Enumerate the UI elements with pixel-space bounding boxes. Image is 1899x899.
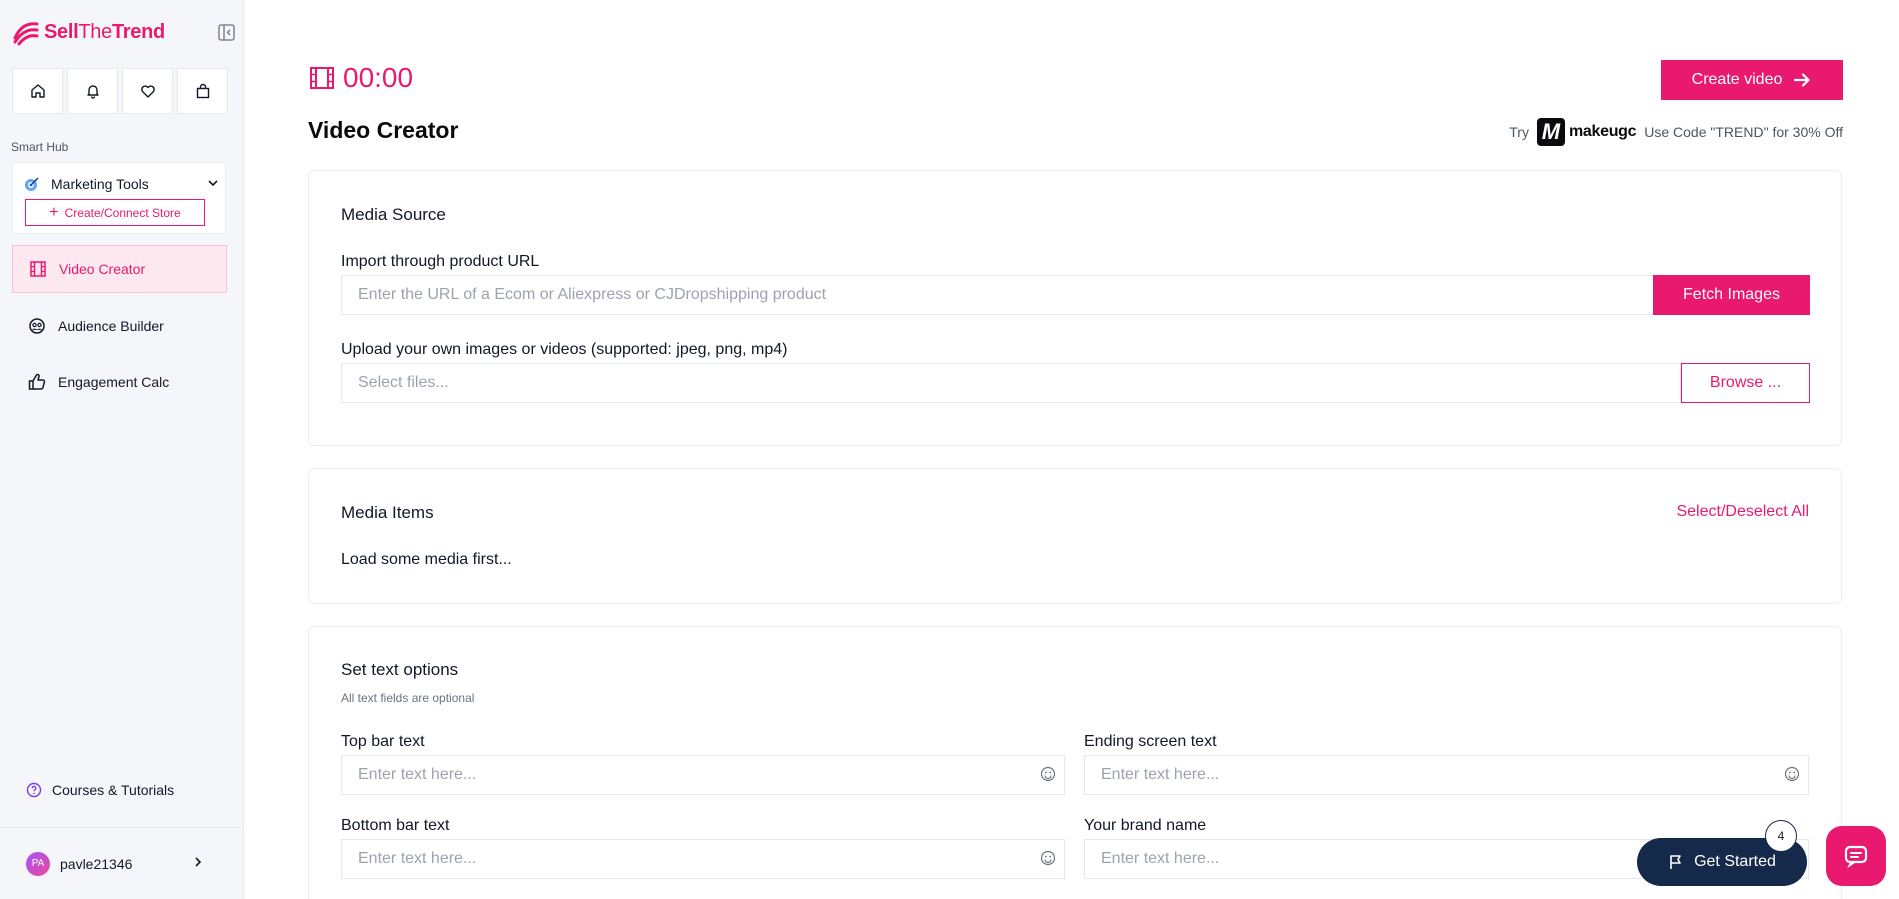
media-items-title: Media Items (341, 503, 434, 522)
help-circle-icon (26, 782, 42, 798)
home-button[interactable] (12, 68, 63, 114)
avatar: PA (26, 851, 50, 876)
sidebar-item-label: Engagement Calc (58, 374, 170, 390)
shopping-bag-icon (196, 83, 209, 99)
brand-logo[interactable]: SellTheTrend (12, 18, 165, 46)
marketing-icon (25, 177, 39, 191)
ending-screen-input[interactable]: Enter text here... (1084, 755, 1809, 795)
user-menu[interactable]: PA pavle21346 (0, 827, 244, 899)
arrow-right-icon (1794, 73, 1810, 87)
text-options-title: Set text options (341, 660, 459, 679)
section-label-smart-hub: Smart Hub (11, 140, 69, 154)
url-label: Import through product URL (341, 253, 540, 270)
marketing-tools-label: Marketing Tools (51, 176, 149, 192)
media-source-card: Media Source Import through product URL … (308, 170, 1842, 446)
brand-name-label: Your brand name (1084, 817, 1207, 834)
video-timer: 00:00 (309, 62, 413, 94)
top-bar-input[interactable]: Enter text here... (341, 755, 1065, 795)
optional-note: All text fields are optional (341, 691, 475, 705)
film-icon (30, 261, 46, 277)
upload-label: Upload your own images or videos (suppor… (341, 341, 788, 358)
sidebar-item-label: Audience Builder (58, 318, 164, 334)
emoji-icon[interactable] (1784, 766, 1800, 782)
chat-icon (1844, 845, 1868, 869)
brand-name: SellTheTrend (44, 20, 165, 43)
top-bar-label: Top bar text (341, 733, 425, 750)
collapse-sidebar-icon[interactable] (218, 24, 235, 41)
bottom-bar-label: Bottom bar text (341, 817, 450, 834)
media-source-title: Media Source (341, 205, 446, 224)
file-select-input[interactable]: Select files... (341, 363, 1681, 403)
fetch-images-button[interactable]: Fetch Images (1653, 275, 1810, 315)
favorites-button[interactable] (122, 68, 173, 114)
promo-code-text: Use Code "TREND" for 30% Off (1644, 124, 1843, 140)
plus-icon: + (49, 203, 59, 221)
marketing-tools-toggle[interactable]: Marketing Tools (23, 175, 219, 193)
media-items-card: Media Items Select/Deselect All Load som… (308, 468, 1842, 604)
emoji-icon[interactable] (1040, 850, 1056, 866)
courses-tutorials-link[interactable]: Courses & Tutorials (26, 782, 174, 798)
heart-icon (140, 85, 155, 98)
marketing-tools-card: Marketing Tools + Create/Connect Store (12, 162, 226, 234)
sidebar: SellTheTrend Smart Hub Marketing Tools +… (0, 0, 244, 899)
browse-button[interactable]: Browse ... (1681, 363, 1810, 403)
bell-icon (86, 85, 99, 99)
emoji-icon[interactable] (1040, 766, 1056, 782)
shop-button[interactable] (177, 68, 228, 114)
flag-icon (1670, 855, 1681, 869)
notifications-button[interactable] (67, 68, 118, 114)
username: pavle21346 (60, 855, 133, 872)
product-url-input[interactable]: Enter the URL of a Ecom or Aliexpress or… (341, 275, 1661, 315)
chat-button[interactable] (1826, 826, 1886, 886)
sidebar-item-label: Video Creator (59, 261, 146, 277)
text-options-card: Set text options All text fields are opt… (308, 626, 1842, 899)
bottom-bar-input[interactable]: Enter text here... (341, 839, 1065, 879)
sidebar-item-engagement-calc[interactable]: Engagement Calc (12, 358, 227, 406)
chevron-down-icon (208, 180, 218, 187)
sidebar-item-audience-builder[interactable]: Audience Builder (12, 302, 227, 350)
makeugc-logo-icon: M (1536, 118, 1565, 146)
quick-actions (12, 68, 228, 114)
home-icon (30, 84, 45, 98)
logo-icon (13, 22, 39, 46)
select-deselect-all-link[interactable]: Select/Deselect All (1676, 503, 1809, 521)
makeugc-promo[interactable]: Try M makeugc Use Code "TREND" for 30% O… (1509, 118, 1843, 146)
empty-media-text: Load some media first... (341, 551, 512, 568)
create-connect-store-button[interactable]: + Create/Connect Store (25, 199, 205, 226)
notification-count-badge: 4 (1765, 820, 1797, 852)
audience-icon (29, 318, 45, 334)
sidebar-item-video-creator[interactable]: Video Creator (12, 245, 227, 293)
ending-screen-label: Ending screen text (1084, 733, 1217, 750)
create-video-button[interactable]: Create video (1661, 60, 1843, 100)
timer-value: 00:00 (343, 62, 414, 93)
page-title: Video Creator (308, 117, 459, 143)
thumbs-up-icon (28, 373, 46, 390)
chevron-right-icon (195, 857, 202, 867)
makeugc-brand: makeugc (1568, 123, 1637, 140)
film-icon (310, 67, 334, 89)
